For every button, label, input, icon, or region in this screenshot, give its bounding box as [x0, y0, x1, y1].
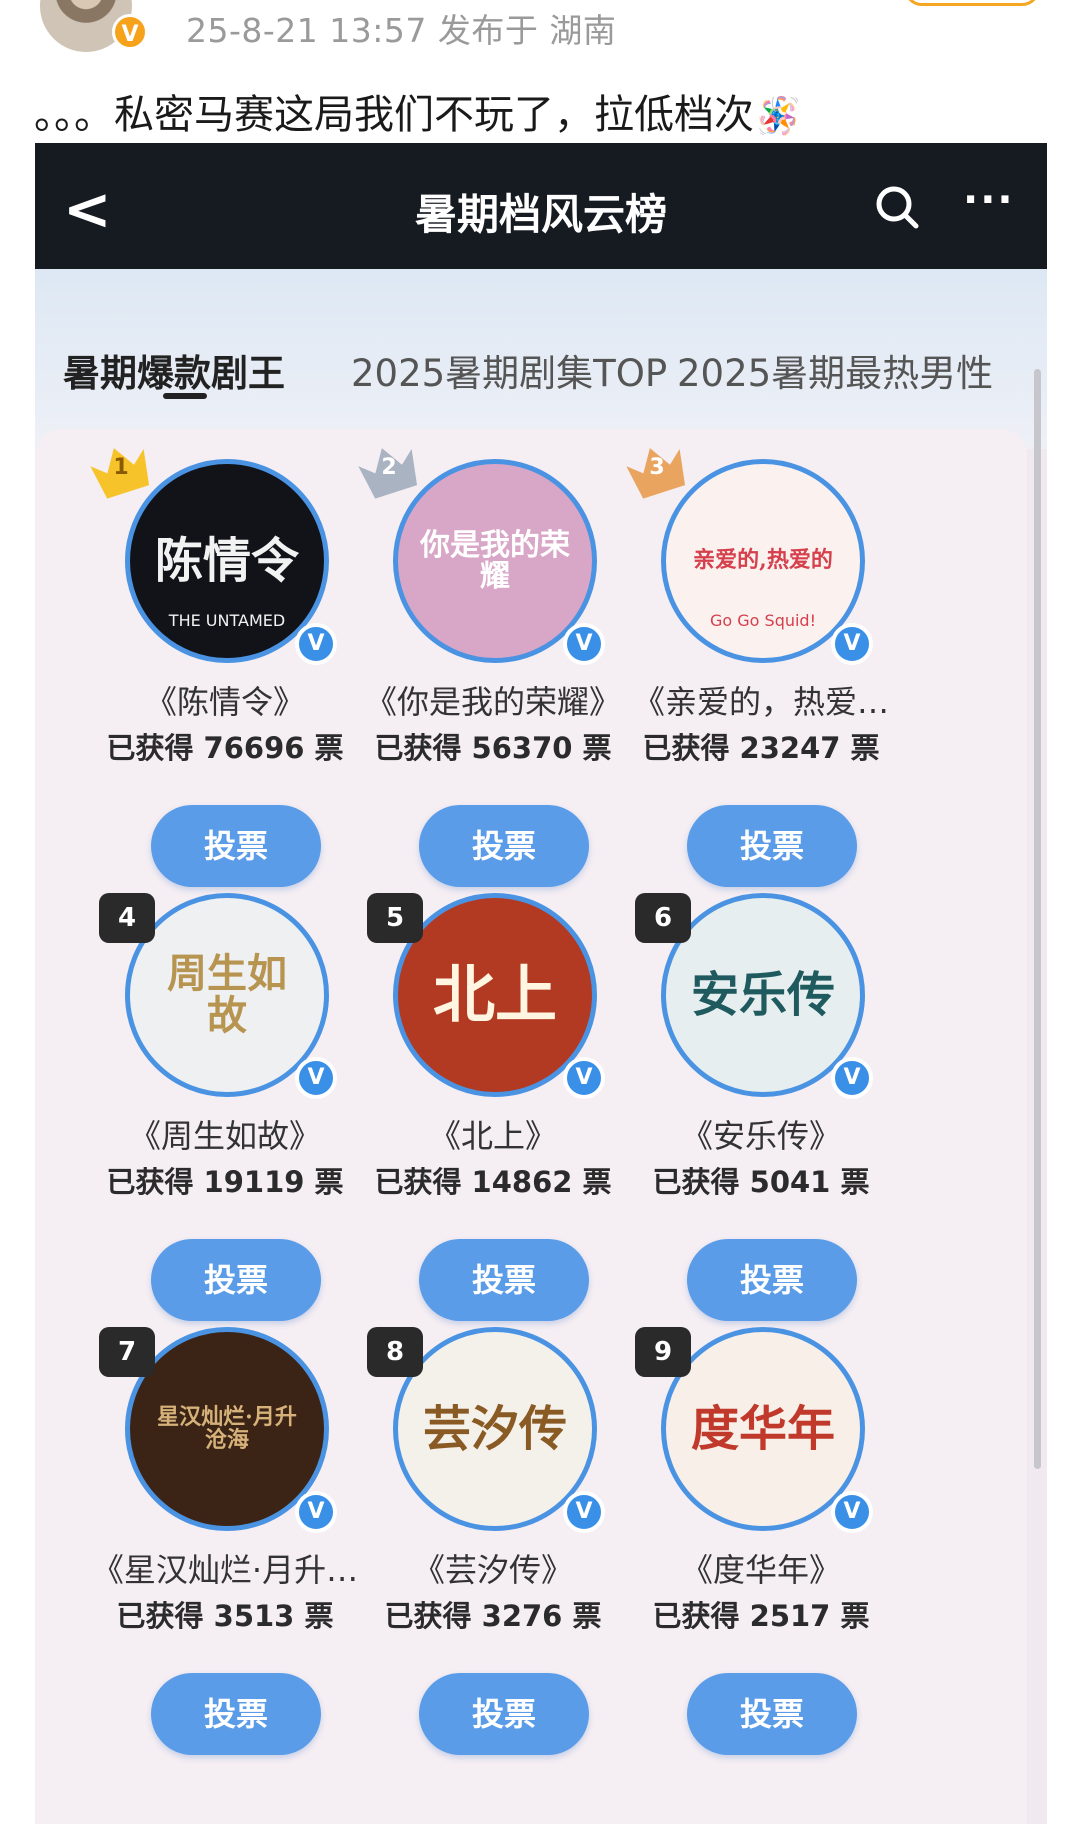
rank-crown-icon: 2	[355, 439, 423, 501]
scrollbar[interactable]	[1034, 369, 1041, 1469]
rank-crown-icon: 3	[623, 439, 691, 501]
vote-button[interactable]: 投票	[419, 1673, 589, 1755]
search-icon[interactable]	[873, 183, 921, 231]
rank-badge: 9	[635, 1327, 691, 1377]
rank-number: 3	[649, 455, 665, 480]
poster-title: 度华年	[690, 1400, 835, 1457]
embedded-screenshot: < 暑期档风云榜 ··· 暑期爆款剧王 2025暑期剧集TOP 2025暑期最热…	[35, 143, 1047, 1824]
emoji-icon: 🪅	[756, 96, 801, 137]
poster-title: 安乐传	[690, 966, 835, 1023]
rank-number: 1	[113, 455, 129, 480]
rank-badge: 6	[635, 893, 691, 943]
ranking-item[interactable]: 安乐传 V 6 《安乐传》 已获得 5041 票投票	[591, 863, 891, 1321]
ranking-item[interactable]: 陈情令 THE UNTAMED V 1 《陈情令》 已获得 76696 票投票	[55, 429, 355, 887]
vote-button[interactable]: 投票	[151, 1673, 321, 1755]
ranking-item[interactable]: 星汉灿烂·月升沧海 V 7 《星汉灿烂·月升… 已获得 3513 票投票	[55, 1297, 358, 1755]
rank-crown-icon: 1	[87, 439, 155, 501]
follow-button[interactable]	[904, 0, 1040, 6]
rank-number: 2	[381, 455, 397, 480]
ranking-item[interactable]: 你是我的荣耀 V 2 《你是我的荣耀》 已获得 56370 票投票	[323, 429, 623, 887]
more-icon[interactable]: ···	[963, 177, 1015, 223]
poster-title: 北上	[432, 958, 557, 1032]
tab-summer-hottest[interactable]: 2025暑期最热男性	[677, 343, 993, 397]
tab-summer-top[interactable]: 2025暑期剧集TOP	[351, 343, 667, 397]
ranking-item[interactable]: 亲爱的,热爱的 Go Go Squid! V 3 《亲爱的，热爱… 已获得 23247 票…	[591, 429, 891, 887]
poster-title: 周生如故	[167, 950, 287, 1039]
post-header: V 25-8-21 13:57 发布于 湖南	[0, 0, 1080, 60]
post-text-body: 。。。私密马赛这局我们不玩了，拉低档次	[34, 92, 754, 138]
poster-subtitle: THE UNTAMED	[168, 611, 286, 630]
vote-count: 已获得 2517 票	[652, 1599, 870, 1633]
verified-check-icon: V	[831, 1491, 873, 1533]
poster-title: 星汉灿烂·月升沧海	[157, 1403, 297, 1453]
verified-check-icon: V	[831, 623, 873, 665]
rank-badge: 7	[99, 1327, 155, 1377]
verified-check-icon: V	[831, 1057, 873, 1099]
vote-count: 已获得 23247 票	[642, 731, 880, 765]
poster-title: 你是我的荣耀	[420, 527, 570, 594]
drama-title[interactable]: 《安乐传》	[591, 1111, 931, 1157]
ranking-item[interactable]: 周生如故 V 4 《周生如故》 已获得 19119 票投票	[55, 863, 355, 1321]
poster-subtitle: Go Go Squid!	[709, 611, 816, 630]
drama-title[interactable]: 《亲爱的，热爱…	[591, 677, 931, 723]
vote-count: 已获得 5041 票	[652, 1165, 870, 1199]
vote-button[interactable]: 投票	[687, 1673, 857, 1755]
verified-badge-icon: V	[112, 14, 148, 50]
active-tab-indicator	[163, 393, 207, 399]
post-text: 。。。私密马赛这局我们不玩了，拉低档次🪅	[34, 82, 801, 140]
ranking-item[interactable]: 芸汐传 V 8 《芸汐传》 已获得 3276 票投票	[323, 1297, 623, 1755]
rank-badge: 4	[99, 893, 155, 943]
rank-badge: 5	[367, 893, 423, 943]
ranking-item[interactable]: 北上 V 5 《北上》 已获得 14862 票投票	[323, 863, 623, 1321]
ranking-item[interactable]: 度华年 V 9 《度华年》 已获得 2517 票投票	[591, 1297, 891, 1755]
rank-badge: 8	[367, 1327, 423, 1377]
post-meta: 25-8-21 13:57 发布于 湖南	[186, 11, 617, 50]
tab-summer-king[interactable]: 暑期爆款剧王	[63, 343, 285, 397]
nav-bar: < 暑期档风云榜 ···	[35, 143, 1047, 269]
poster-title: 芸汐传	[422, 1400, 567, 1457]
drama-title[interactable]: 《度华年》	[591, 1545, 931, 1591]
